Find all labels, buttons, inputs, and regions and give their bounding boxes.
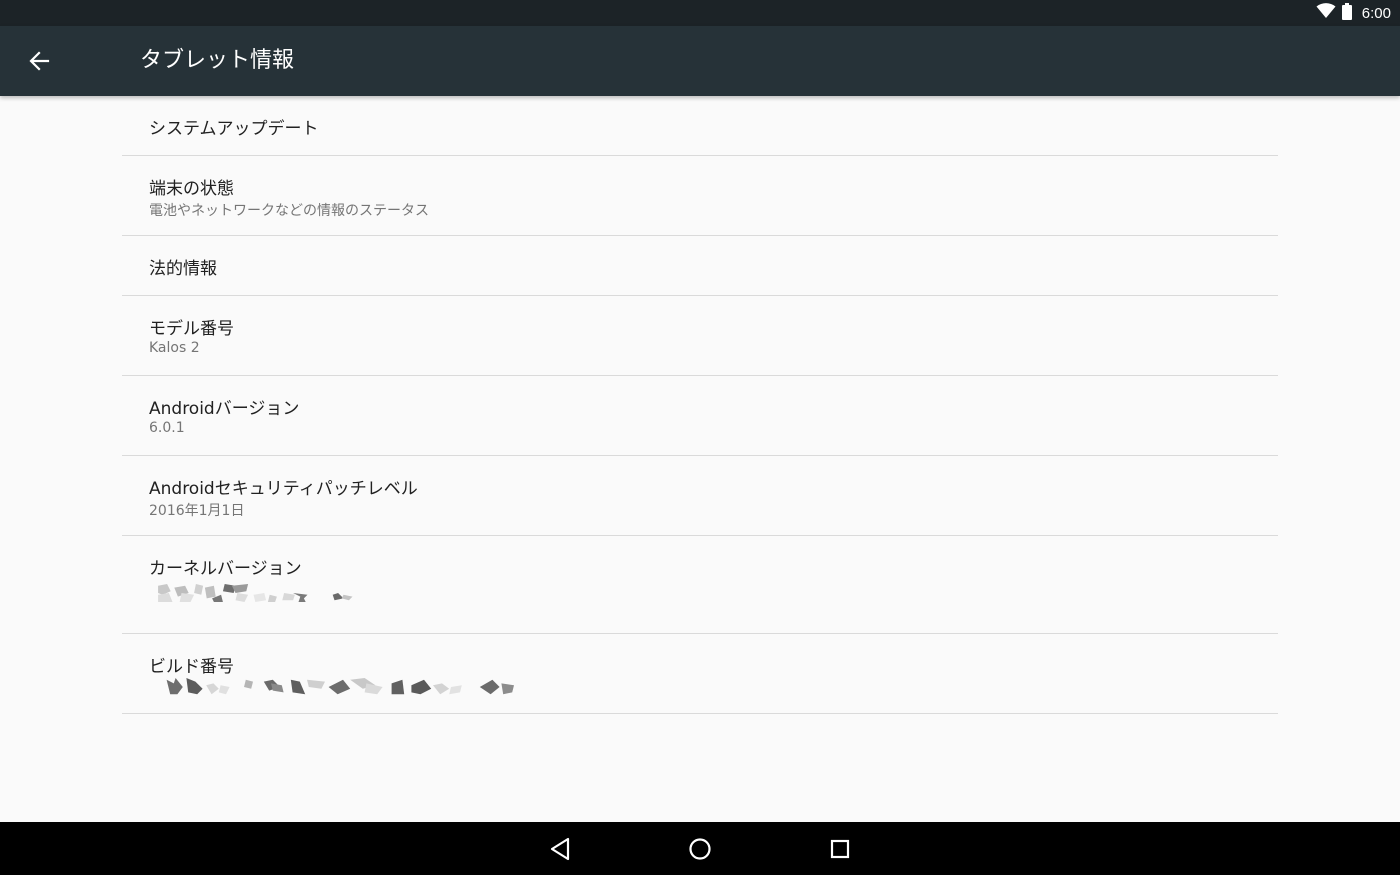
list-item-kernel-version[interactable]: カーネルバージョン: [122, 536, 1278, 634]
item-summary: Kalos 2: [149, 340, 200, 356]
status-icons: 6:00: [1316, 0, 1391, 26]
list-item-security-patch[interactable]: Androidセキュリティパッチレベル 2016年1月1日: [122, 456, 1278, 536]
app-bar: タブレット情報: [0, 26, 1400, 96]
obscured-summary: [158, 584, 353, 602]
item-title: モデル番号: [149, 319, 234, 339]
page-title: タブレット情報: [140, 48, 295, 73]
list-item-android-version[interactable]: Androidバージョン 6.0.1: [122, 376, 1278, 456]
item-summary: 電池やネットワークなどの情報のステータス: [149, 203, 429, 219]
list-item-build-number[interactable]: ビルド番号: [122, 634, 1278, 714]
arrow-back-icon[interactable]: [24, 46, 54, 76]
obscured-summary: [166, 678, 514, 695]
item-title: カーネルバージョン: [149, 559, 302, 579]
wifi-icon: [1316, 3, 1336, 23]
navigation-bar: [0, 822, 1400, 875]
clock: 6:00: [1361, 4, 1391, 22]
list-item-model-number[interactable]: モデル番号 Kalos 2: [122, 296, 1278, 376]
back-icon[interactable]: [546, 835, 574, 863]
list-item-status[interactable]: 端末の状態 電池やネットワークなどの情報のステータス: [122, 156, 1278, 236]
battery-icon: [1341, 2, 1352, 24]
list-item-system-update[interactable]: システムアップデート: [122, 96, 1278, 156]
settings-list: システムアップデート 端末の状態 電池やネットワークなどの情報のステータス 法的…: [122, 96, 1278, 714]
status-bar: 6:00: [0, 0, 1400, 26]
item-summary: 2016年1月1日: [149, 503, 245, 519]
item-title: Androidセキュリティパッチレベル: [149, 479, 418, 499]
home-icon[interactable]: [686, 835, 714, 863]
item-title: システムアップデート: [149, 119, 319, 139]
item-title: Androidバージョン: [149, 399, 300, 419]
list-item-legal-info[interactable]: 法的情報: [122, 236, 1278, 296]
item-title: 端末の状態: [149, 179, 234, 199]
item-title: 法的情報: [149, 259, 217, 279]
recents-icon[interactable]: [826, 835, 854, 863]
item-title: ビルド番号: [149, 657, 234, 677]
item-summary: 6.0.1: [149, 420, 185, 436]
